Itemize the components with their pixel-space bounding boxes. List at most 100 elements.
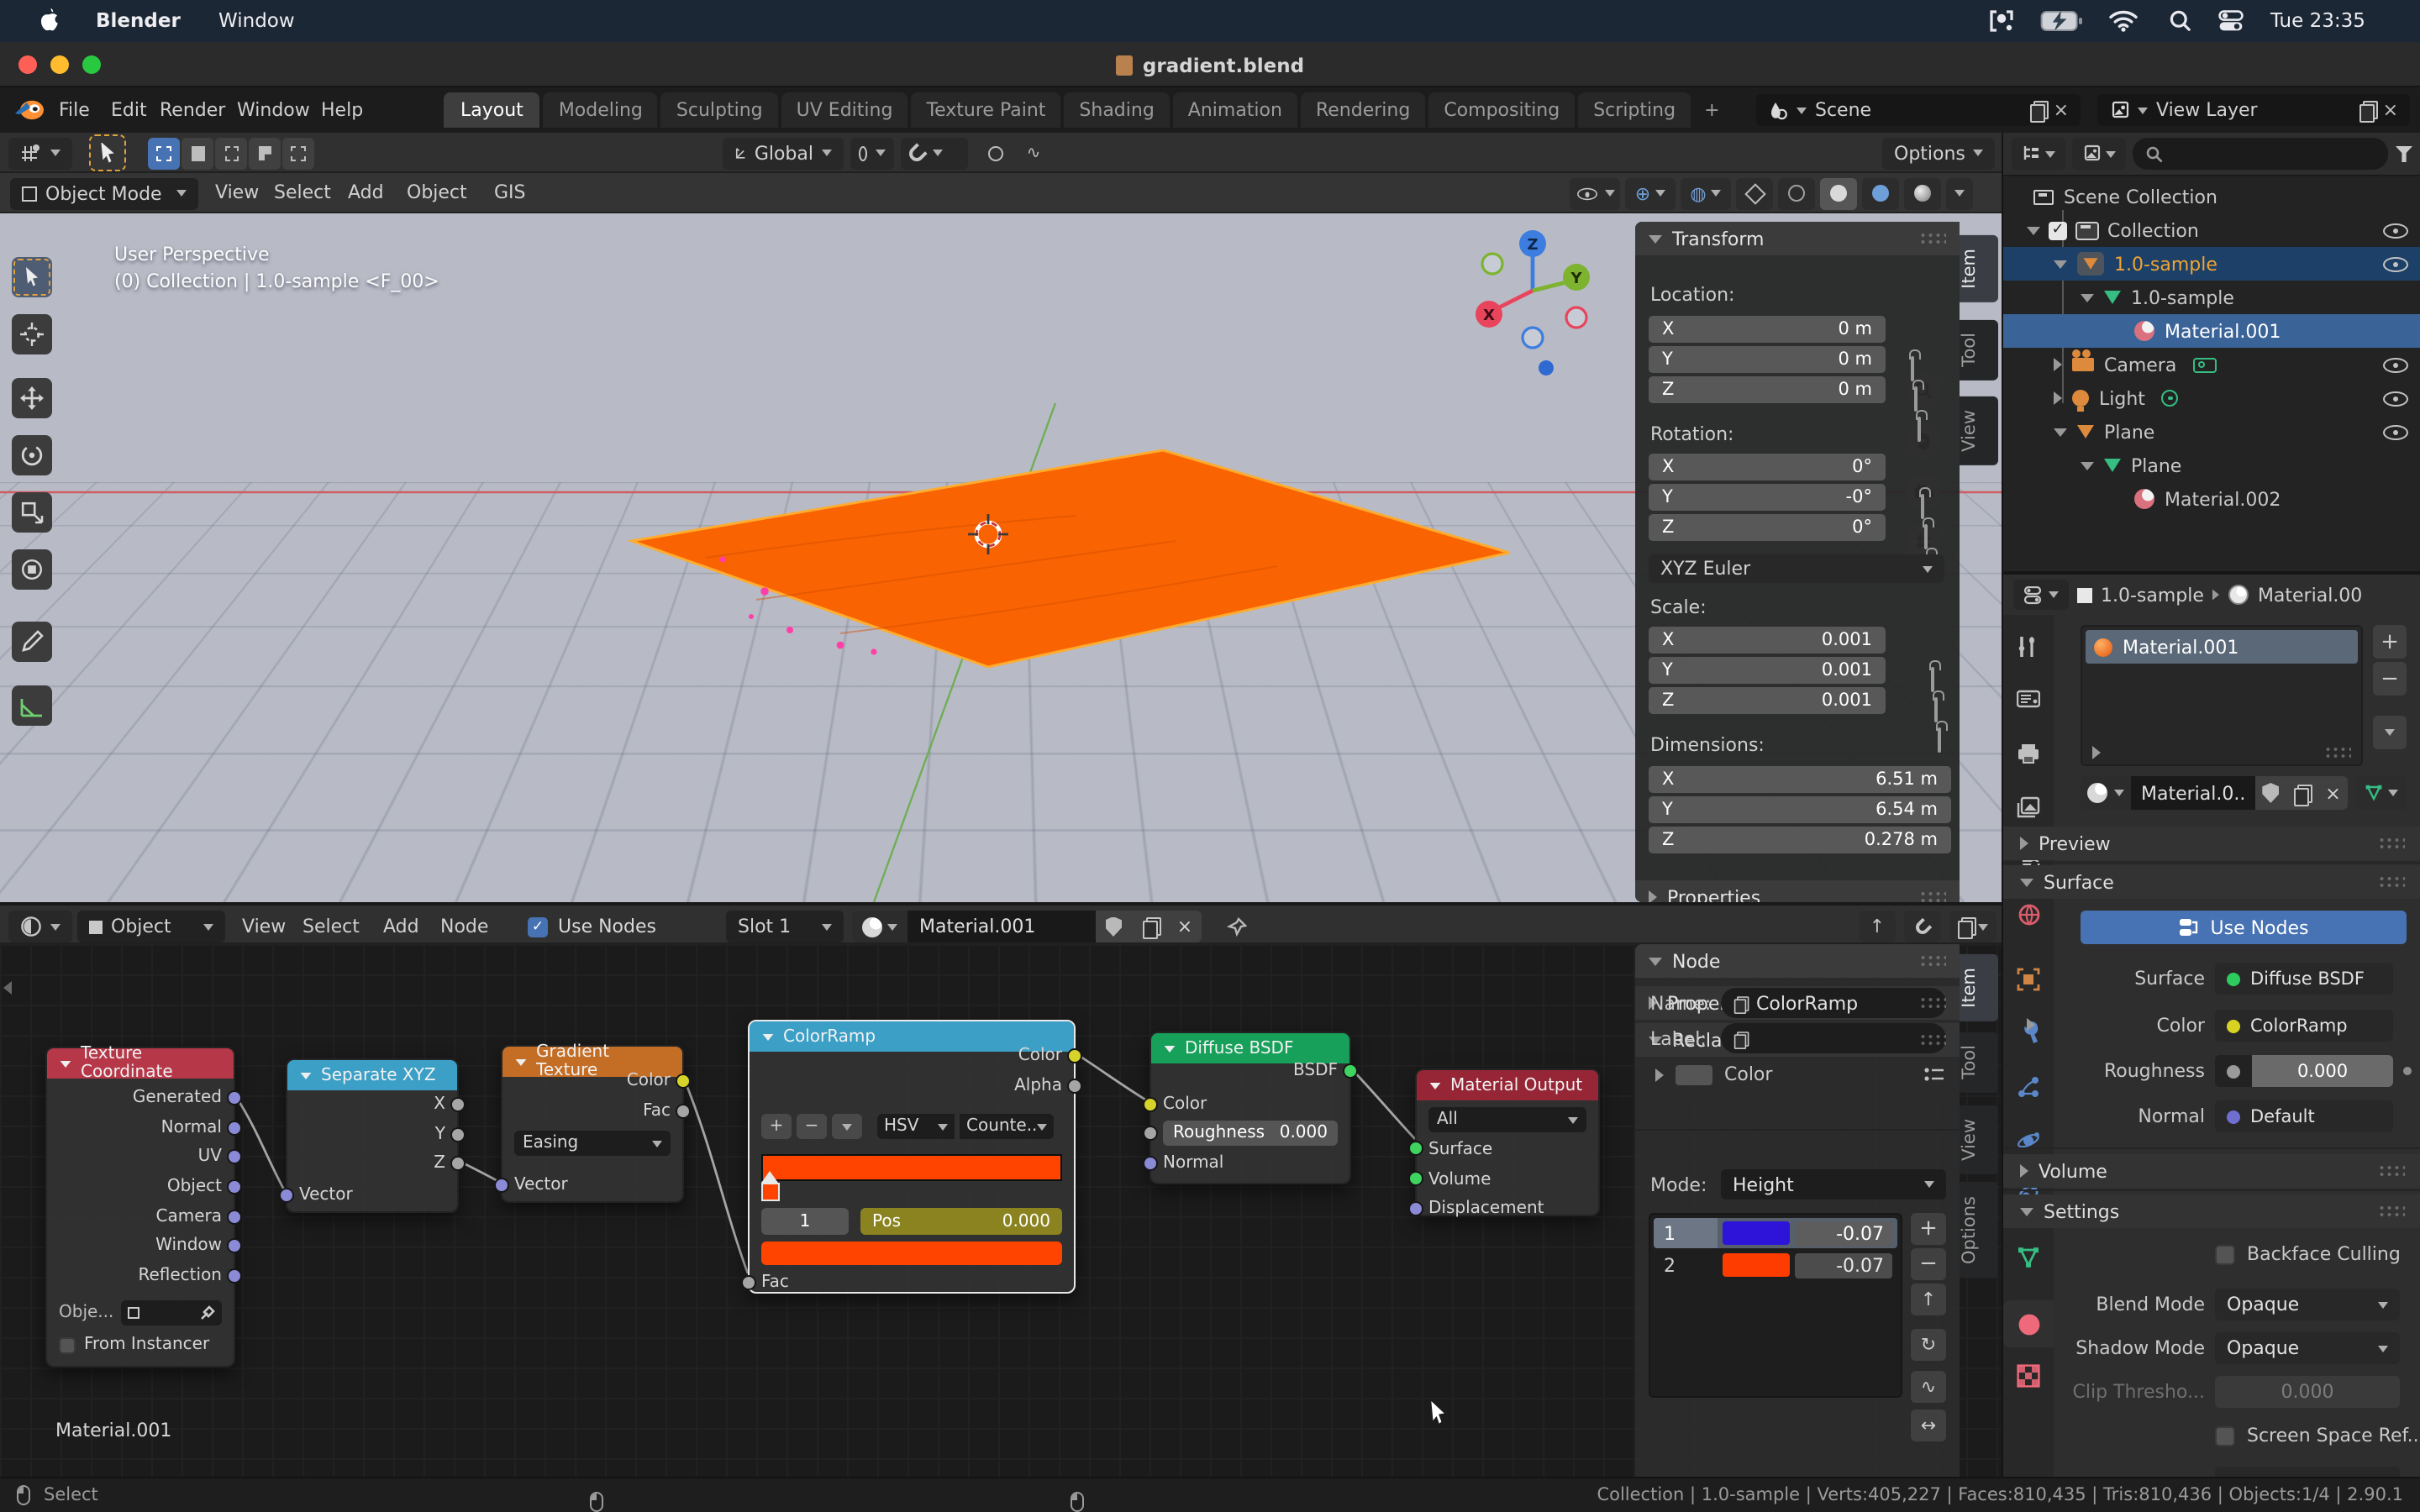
rotation-x-field[interactable]: X0°: [1649, 454, 1886, 480]
node-color-swatch[interactable]: [1676, 1064, 1712, 1084]
shader-copy-button[interactable]: [1131, 911, 1168, 942]
reclassify-remove-button[interactable]: −: [1911, 1248, 1946, 1280]
socket-fac-in[interactable]: [741, 1275, 756, 1290]
socket-color-out[interactable]: [676, 1074, 691, 1089]
visibility-eye-icon[interactable]: [2383, 424, 2408, 439]
use-nodes-button[interactable]: Use Nodes: [2081, 911, 2407, 944]
socket-bsdf-out[interactable]: [1343, 1063, 1358, 1079]
tab-output[interactable]: [2017, 743, 2040, 769]
view-layer-unlink-icon[interactable]: ×: [2383, 99, 2398, 121]
stop-index-field[interactable]: 1: [761, 1208, 849, 1235]
node-gradient-texture[interactable]: Gradient Texture Color Fac Easing Vector: [501, 1045, 684, 1203]
shader-material-name-field[interactable]: Material.001: [908, 911, 1096, 942]
screen-space-refraction-checkbox[interactable]: [2215, 1425, 2235, 1446]
colorramp-gradient-bar[interactable]: [761, 1154, 1062, 1181]
outliner-row-light[interactable]: Light: [2003, 381, 2420, 415]
shading-wireframe-button[interactable]: [1778, 177, 1815, 209]
stop-position-slider[interactable]: Pos0.000: [860, 1208, 1062, 1235]
normal-value-field[interactable]: Default: [2215, 1100, 2393, 1132]
rotation-x-lock-icon[interactable]: [1921, 494, 1924, 519]
easing-dropdown[interactable]: Easing: [514, 1131, 671, 1156]
active-tool-button[interactable]: [89, 134, 126, 171]
scene-selector[interactable]: Scene ×: [1756, 94, 2081, 126]
color-expand-icon[interactable]: [1655, 1068, 1664, 1081]
material-slot-row[interactable]: Material.001: [2086, 630, 2358, 664]
parent-node-tree-button[interactable]: ↑: [1859, 911, 1896, 942]
view-layer-name[interactable]: View Layer: [2156, 99, 2351, 121]
shader-tab-options[interactable]: Options: [1960, 1183, 1998, 1278]
menubar-window-menu[interactable]: Window: [218, 8, 295, 32]
ramp-stop-swatch[interactable]: [761, 1183, 780, 1201]
outliner-row-material-001[interactable]: Material.001: [2003, 314, 2420, 348]
socket-color-out[interactable]: [1067, 1048, 1082, 1063]
location-x-lock-icon[interactable]: [1911, 356, 1914, 381]
rotation-z-field[interactable]: Z0°: [1649, 514, 1886, 541]
outliner-row-material-002[interactable]: Material.002: [2003, 482, 2420, 516]
location-z-lock-icon[interactable]: [1918, 417, 1921, 442]
socket-vector-in[interactable]: [494, 1178, 509, 1193]
vp-sidebar-tab-view[interactable]: View: [1960, 396, 1998, 465]
menu-file[interactable]: File: [59, 99, 90, 121]
reclassify-move-button[interactable]: ↑: [1911, 1284, 1946, 1315]
node-separate-xyz[interactable]: Separate XYZ X Y Z Vector: [286, 1058, 459, 1213]
shading-material-button[interactable]: [1862, 177, 1899, 209]
menu-edit[interactable]: Edit: [111, 99, 147, 121]
slot-dropdown[interactable]: Slot 1: [726, 911, 844, 942]
socket-color-in[interactable]: [1143, 1097, 1158, 1112]
socket-vector-in[interactable]: [279, 1188, 294, 1203]
shading-solid-button[interactable]: [1820, 177, 1857, 209]
outliner-display-mode-button[interactable]: [2072, 138, 2126, 170]
eyedropper-icon[interactable]: [200, 1305, 215, 1320]
control-center-icon[interactable]: [2218, 10, 2244, 32]
tab-texture-paint[interactable]: Texture Paint: [911, 92, 1060, 128]
shader-tab-tool[interactable]: Tool: [1960, 1032, 1998, 1093]
shader-tab-view[interactable]: View: [1960, 1105, 1998, 1174]
dimensions-z-field[interactable]: Z0.278 m: [1649, 827, 1951, 853]
fake-user-button[interactable]: [2255, 776, 2286, 810]
shader-type-dropdown[interactable]: Object: [77, 911, 225, 942]
tab-modeling[interactable]: Modeling: [544, 92, 658, 128]
outliner-row-collection[interactable]: ✓ Collection: [2003, 213, 2420, 247]
scale-y-lock-icon[interactable]: [1934, 697, 1938, 722]
color-presets-icon[interactable]: [1924, 1066, 1944, 1083]
socket-alpha-out[interactable]: [1067, 1079, 1082, 1094]
slot-list-expand-icon[interactable]: [2092, 746, 2101, 759]
node-colorramp[interactable]: ColorRamp Color Alpha + − HSV Counte... …: [748, 1020, 1076, 1294]
surface-value-field[interactable]: Diffuse BSDF: [2215, 963, 2393, 995]
pivot-point-dropdown[interactable]: [850, 137, 894, 169]
socket-surface-in[interactable]: [1408, 1141, 1423, 1156]
material-name-field[interactable]: Material.0...: [2131, 776, 2255, 810]
tab-scripting[interactable]: Scripting: [1578, 92, 1691, 128]
scene-unlink-icon[interactable]: ×: [2054, 99, 2069, 121]
scale-z-field[interactable]: Z0.001: [1649, 687, 1886, 714]
menubar-clock[interactable]: Tue 23:35: [2270, 8, 2365, 32]
editor-type-button[interactable]: [8, 137, 72, 169]
tool-measure[interactable]: [12, 685, 52, 726]
mode-dropdown[interactable]: Height: [1721, 1169, 1946, 1200]
battery-icon[interactable]: [2040, 10, 2084, 32]
shader-editor-type-button[interactable]: [8, 911, 72, 942]
use-nodes-checkbox[interactable]: ✓: [528, 916, 548, 937]
viewport-menu-view[interactable]: View: [215, 181, 259, 203]
from-instancer-checkbox[interactable]: [59, 1336, 76, 1353]
socket-z[interactable]: [450, 1156, 466, 1171]
xray-toggle-button[interactable]: [1736, 177, 1773, 209]
dimensions-y-field[interactable]: Y6.54 m: [1649, 796, 1951, 823]
select-mode-box-button[interactable]: [182, 137, 213, 169]
mode-dropdown[interactable]: Object Mode: [10, 177, 198, 209]
node-material-output[interactable]: Material Output All Surface Volume Displ…: [1415, 1068, 1600, 1216]
socket-reflection[interactable]: [227, 1268, 242, 1284]
socket-y[interactable]: [450, 1127, 466, 1142]
camera-data-icon[interactable]: [2193, 357, 2217, 372]
outliner-row-plane-object[interactable]: Plane: [2003, 415, 2420, 449]
outliner-row-scene-collection[interactable]: Scene Collection: [2003, 180, 2420, 213]
scale-z-lock-icon[interactable]: [1938, 727, 1941, 753]
node-label-field[interactable]: [1721, 1023, 1946, 1053]
row-value-field[interactable]: -0.07: [1795, 1252, 1892, 1278]
transform-panel-header[interactable]: Transform: [1635, 222, 1960, 255]
plane-object[interactable]: [632, 450, 1509, 667]
shader-menu-select[interactable]: Select: [302, 916, 360, 937]
reclassify-row-1[interactable]: 1 -0.07: [1654, 1218, 1897, 1248]
reclassify-curve-button[interactable]: ∿: [1911, 1371, 1946, 1403]
viewport-menu-object[interactable]: Object: [407, 181, 467, 203]
